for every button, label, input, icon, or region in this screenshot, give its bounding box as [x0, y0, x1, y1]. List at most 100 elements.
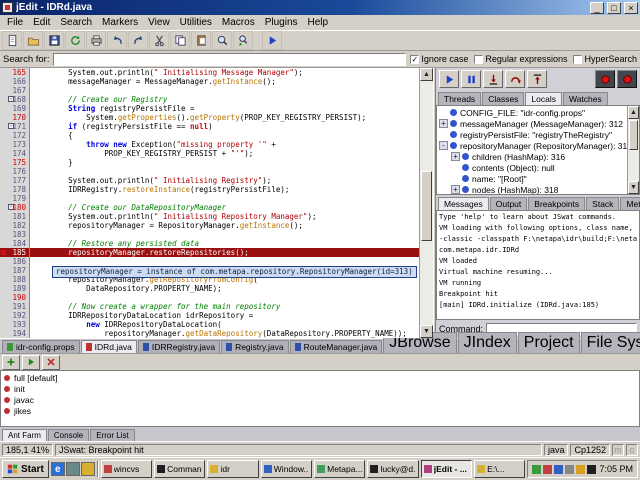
locals-tree-item[interactable]: name: "[Root]" [437, 173, 627, 184]
maximize-button[interactable]: □ [607, 2, 621, 14]
locals-tree-item[interactable]: registryPersistFile: "registryTheRegistr… [437, 129, 627, 140]
code-line[interactable]: 186 [0, 257, 419, 266]
suspend-button[interactable] [461, 70, 481, 88]
buffer-tab-idrregistry-java[interactable]: IDRRegistry.java [138, 340, 220, 353]
new-file-button[interactable] [2, 31, 22, 50]
launch-folder-icon[interactable] [81, 462, 95, 476]
tab-messages[interactable]: Messages [438, 197, 489, 210]
scroll-down-button[interactable]: ▼ [628, 181, 639, 194]
locals-scrollbar[interactable]: ▲ ▼ [627, 106, 639, 194]
tab-threads[interactable]: Threads [438, 92, 481, 105]
cut-button[interactable] [149, 31, 169, 50]
step-into-button[interactable] [483, 70, 503, 88]
buffer-tab-idr-config-props[interactable]: idr-config.props [2, 340, 80, 353]
taskbar-window-metapa[interactable]: Metapa... [314, 460, 365, 478]
code-line[interactable]: 191 // Now create a wrapper for the main… [0, 302, 419, 311]
code-line[interactable]: 184 // Restore any persisted data [0, 239, 419, 248]
taskbar-window-window[interactable]: Window... [261, 460, 312, 478]
open-file-button[interactable] [23, 31, 43, 50]
dock-tab-console[interactable]: Console [48, 429, 89, 441]
stop-vm-button[interactable] [595, 70, 615, 88]
print-button[interactable] [86, 31, 106, 50]
code-line[interactable]: 192 IDRRepositoryDataLocation idrReposit… [0, 311, 419, 320]
menu-search[interactable]: Search [55, 17, 97, 28]
save-file-button[interactable] [44, 31, 64, 50]
scroll-up-button[interactable]: ▲ [420, 68, 433, 81]
tree-expand-handle[interactable]: + [451, 185, 460, 194]
dock-tab-project[interactable]: Project [518, 332, 580, 353]
locals-tree-item[interactable]: CONFIG_FILE: "idr-config.props" [437, 107, 627, 118]
taskbar-window-jedit[interactable]: jEdit - ... [421, 460, 472, 478]
internet-explorer-icon[interactable]: e [51, 462, 65, 476]
resume-button[interactable] [439, 70, 459, 88]
scroll-down-button[interactable]: ▼ [420, 325, 433, 338]
hypersearch-checkbox[interactable] [573, 55, 582, 64]
locals-tree-item[interactable]: contents (Object): null [437, 162, 627, 173]
dock-tab-file-system-browser[interactable]: File System Browser [581, 332, 640, 353]
scrollbar-thumb[interactable] [629, 120, 638, 150]
code-line[interactable]: 169 String registryPersistFile = [0, 104, 419, 113]
ant-target-javac[interactable]: javac [4, 394, 636, 405]
step-out-button[interactable] [527, 70, 547, 88]
menu-edit[interactable]: Edit [28, 17, 55, 28]
code-editor[interactable]: 165 System.out.println(" Initialising Me… [0, 68, 419, 338]
regular-expressions-checkbox[interactable] [474, 55, 483, 64]
buffer-tab-registry-java[interactable]: Registry.java [221, 340, 289, 353]
encoding[interactable]: Cp1252 [570, 444, 610, 456]
locals-tree-item[interactable]: -repositoryManager (RepositoryManager): … [437, 140, 627, 151]
tray-icon-5[interactable] [576, 465, 585, 474]
locals-tree-item[interactable]: +nodes (HashMap): 318 [437, 184, 627, 194]
tray-icon-1[interactable] [532, 465, 541, 474]
edit-mode[interactable]: java [544, 444, 569, 456]
code-line[interactable]: 174 PROP_KEY_REGISTRY_PERSIST + "'"); [0, 149, 419, 158]
terminate-session-button[interactable] [617, 70, 637, 88]
ant-target-jikes[interactable]: jikes [4, 405, 636, 416]
code-line[interactable]: 179 [0, 194, 419, 203]
code-line[interactable]: 170 System.getProperties().getProperty(P… [0, 113, 419, 122]
scroll-up-button[interactable]: ▲ [628, 106, 639, 119]
code-line[interactable]: -168 // Create our Registry [0, 95, 419, 104]
tab-watches[interactable]: Watches [563, 92, 608, 105]
tray-icon-4[interactable] [565, 465, 574, 474]
code-line[interactable]: 175 } [0, 158, 419, 167]
code-line[interactable]: 165 System.out.println(" Initialising Me… [0, 68, 419, 77]
taskbar-window-e[interactable]: E:\... [474, 460, 525, 478]
find-next-button[interactable] [233, 31, 253, 50]
buffer-tab-routemanager-java[interactable]: RouteManager.java [290, 340, 383, 353]
code-line[interactable]: 193 new IDRRepositoryDataLocation( [0, 320, 419, 329]
menu-help[interactable]: Help [303, 17, 334, 28]
ignore-case-checkbox[interactable]: ✓ [410, 55, 419, 64]
stop-target-button[interactable] [42, 355, 60, 370]
redo-button[interactable] [128, 31, 148, 50]
start-button[interactable]: Start [2, 460, 49, 478]
tab-classes[interactable]: Classes [482, 92, 524, 105]
code-line[interactable]: 172 { [0, 131, 419, 140]
code-line[interactable]: 167 [0, 86, 419, 95]
code-line[interactable]: -171 if (registryPersistFile == null) [0, 122, 419, 131]
buffer-tab-idrd-java[interactable]: IDRd.java [81, 340, 137, 353]
code-line[interactable]: 173 throw new Exception("missing propert… [0, 140, 419, 149]
code-line[interactable]: 194 repositoryManager.getDataRepository(… [0, 329, 419, 338]
run-target-button[interactable] [22, 355, 40, 370]
menu-file[interactable]: File [2, 17, 28, 28]
close-button[interactable]: × [624, 2, 638, 14]
tab-stack[interactable]: Stack [586, 197, 619, 210]
paste-button[interactable] [191, 31, 211, 50]
tray-icon-3[interactable] [554, 465, 563, 474]
dock-tab-jindex[interactable]: JIndex [458, 332, 517, 353]
tree-collapse-handle[interactable]: - [439, 141, 448, 150]
dock-tab-error-list[interactable]: Error List [90, 429, 134, 441]
copy-button[interactable] [170, 31, 190, 50]
minimize-button[interactable]: _ [590, 2, 604, 14]
menu-utilities[interactable]: Utilities [175, 17, 217, 28]
search-input[interactable] [53, 53, 406, 66]
run-macro-button[interactable] [262, 31, 282, 50]
code-line[interactable]: 177 System.out.println(" Initialising Re… [0, 176, 419, 185]
reload-buffer-button[interactable] [65, 31, 85, 50]
taskbar-window-wincvs[interactable]: wincvs [101, 460, 152, 478]
code-line[interactable]: -180 // Create our DataRepositoryManager [0, 203, 419, 212]
scrollbar-thumb[interactable] [421, 171, 432, 241]
locals-tree-item[interactable]: +messageManager (MessageManager): 312 [437, 118, 627, 129]
editor-vertical-scrollbar[interactable]: ▲ ▼ [419, 68, 433, 338]
code-line[interactable]: 182 repositoryManager = RepositoryManage… [0, 221, 419, 230]
